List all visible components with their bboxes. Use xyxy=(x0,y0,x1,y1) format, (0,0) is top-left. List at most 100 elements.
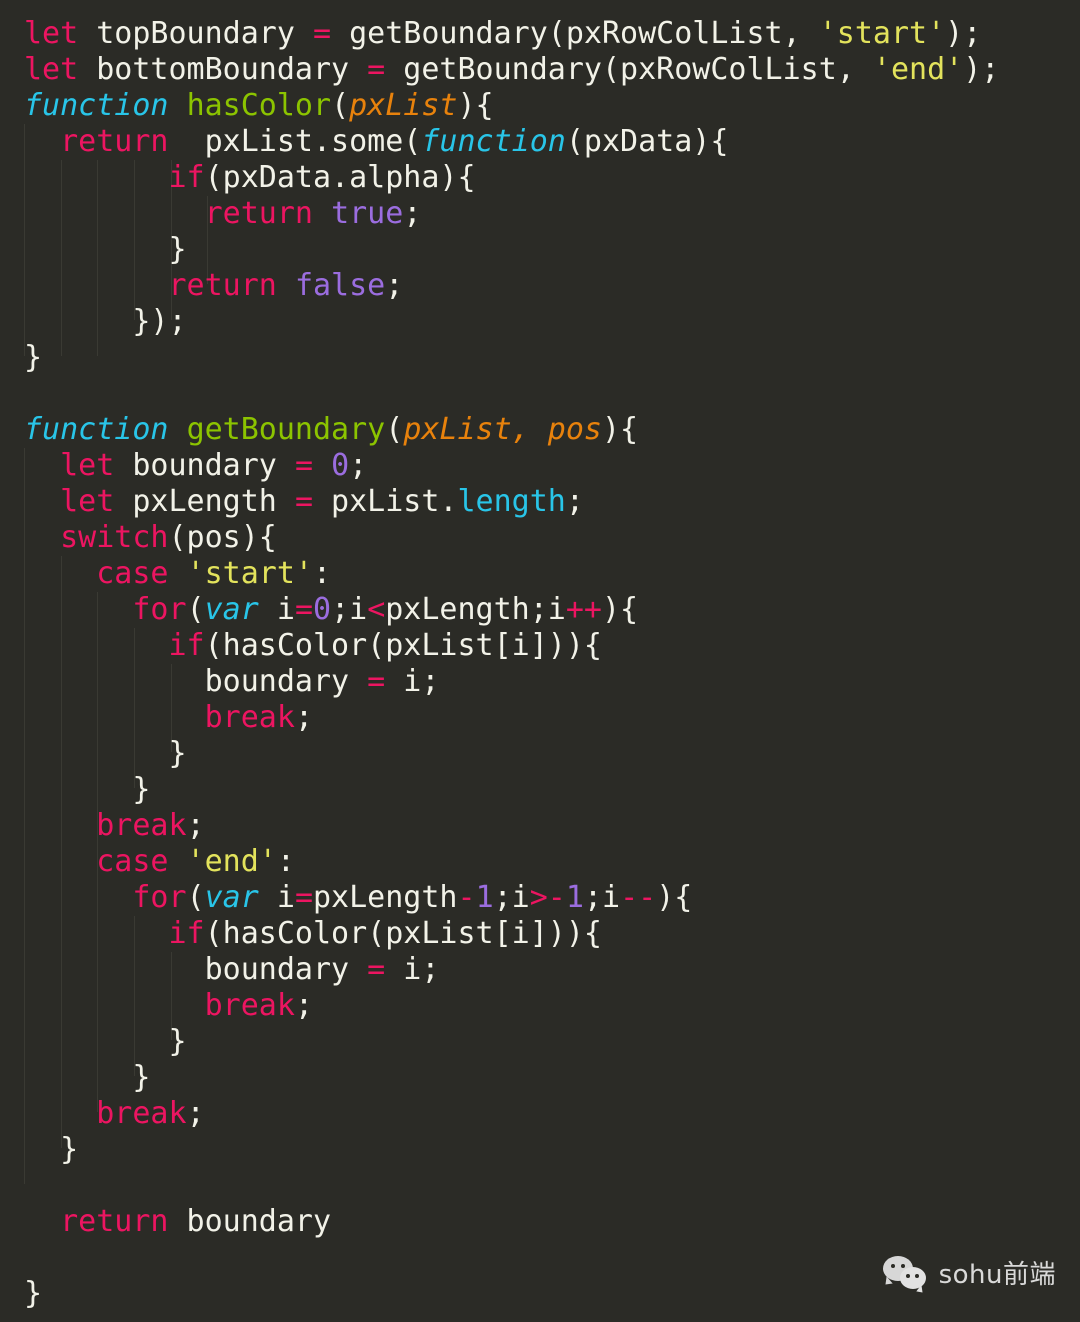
wechat-bubble-small-eye-right xyxy=(914,1274,919,1278)
code-line: } xyxy=(24,340,1064,376)
code-token-keyword: for xyxy=(132,592,187,627)
code-line: }); xyxy=(24,304,1064,340)
code-token-plain: boundary xyxy=(24,952,368,987)
code-token-func-kw: function xyxy=(24,88,169,123)
code-token-number: 1 xyxy=(475,880,494,915)
code-token-string: 'end' xyxy=(186,844,277,879)
code-token-plain: : xyxy=(313,556,332,591)
code-token-plain: ; xyxy=(385,268,404,303)
code-token-plain: ;i xyxy=(583,880,621,915)
code-token-plain: pxLength;i xyxy=(385,592,566,627)
code-line: } xyxy=(24,736,1064,772)
code-token-plain: ; xyxy=(349,448,368,483)
code-line: function hasColor(pxList){ xyxy=(24,88,1064,124)
code-token-op: = xyxy=(294,880,313,915)
code-token-plain: ; xyxy=(403,196,422,231)
wechat-bubble-small xyxy=(899,1267,926,1289)
code-token-plain: boundary xyxy=(168,1204,332,1239)
code-token-keyword: switch xyxy=(60,520,169,555)
code-token-plain: ){ xyxy=(602,592,639,627)
code-token-keyword: return xyxy=(60,124,169,159)
code-line: if(pxData.alpha){ xyxy=(24,160,1064,196)
code-line: } xyxy=(24,232,1064,268)
code-token-plain: ( xyxy=(385,412,404,447)
code-line: let bottomBoundary = getBoundary(pxRowCo… xyxy=(24,52,1064,88)
code-token-plain: pxLength xyxy=(114,484,295,519)
code-token-plain: (pos){ xyxy=(168,520,277,555)
code-token-plain: ( xyxy=(186,592,205,627)
code-line: case 'start': xyxy=(24,556,1064,592)
code-line: } xyxy=(24,1024,1064,1060)
code-token-plain: boundary xyxy=(114,448,295,483)
code-token-keyword: return xyxy=(204,196,313,231)
code-screenshot: let topBoundary = getBoundary(pxRowColLi… xyxy=(0,0,1080,1322)
code-token-plain: ; xyxy=(186,1096,205,1131)
code-token-op: - xyxy=(457,880,476,915)
code-line: let topBoundary = getBoundary(pxRowColLi… xyxy=(24,16,1064,52)
code-token-plain: ; xyxy=(294,700,313,735)
code-token-plain: ); xyxy=(945,16,982,51)
code-token-number: 0 xyxy=(313,592,332,627)
code-token-string: 'start' xyxy=(818,16,946,51)
code-line: break; xyxy=(24,1096,1064,1132)
code-token-plain: ;i xyxy=(331,592,368,627)
code-token-keyword: break xyxy=(96,1096,187,1131)
code-token-keyword: if xyxy=(168,916,205,951)
code-token-op: -- xyxy=(620,880,657,915)
code-token-plain: boundary xyxy=(24,664,368,699)
code-token-plain: } xyxy=(24,232,187,267)
code-token-op: = xyxy=(367,952,386,987)
code-token-plain: } xyxy=(24,340,43,375)
code-line: } xyxy=(24,772,1064,808)
code-token-plain: (pxData.alpha){ xyxy=(204,160,476,195)
code-token-plain: ){ xyxy=(457,88,494,123)
code-token-plain: }); xyxy=(24,304,187,339)
code-line: } xyxy=(24,1132,1064,1168)
code-token-keyword: case xyxy=(96,556,169,591)
code-token-plain: i; xyxy=(385,952,440,987)
code-token-op: ++ xyxy=(565,592,602,627)
code-token-keyword: break xyxy=(204,988,295,1023)
code-line: boundary = i; xyxy=(24,664,1064,700)
code-line: switch(pos){ xyxy=(24,520,1064,556)
code-token-plain: ( xyxy=(331,88,350,123)
code-line: for(var i=0;i<pxLength;i++){ xyxy=(24,592,1064,628)
code-line: let pxLength = pxList.length; xyxy=(24,484,1064,520)
code-token-number: false xyxy=(294,268,386,303)
code-token-plain: } xyxy=(24,736,187,771)
code-token-plain: ){ xyxy=(602,412,639,447)
code-token-plain: ; xyxy=(294,988,313,1023)
code-token-plain: i xyxy=(258,880,295,915)
code-token-op: = xyxy=(294,592,313,627)
watermark-label: sohu前端 xyxy=(938,1260,1056,1290)
wechat-logo-icon xyxy=(882,1256,929,1294)
code-token-param: pxList xyxy=(349,88,458,123)
code-token-plain: pxList.some( xyxy=(168,124,422,159)
code-line: return true; xyxy=(24,196,1064,232)
code-token-op: = xyxy=(367,52,386,87)
code-token-number: 1 xyxy=(565,880,584,915)
code-token-plain: ;i xyxy=(493,880,530,915)
code-token-number: 0 xyxy=(331,448,350,483)
code-line: function getBoundary(pxList, pos){ xyxy=(24,412,1064,448)
code-line: let boundary = 0; xyxy=(24,448,1064,484)
code-token-op: = xyxy=(313,16,332,51)
code-token-string: 'start' xyxy=(186,556,313,591)
